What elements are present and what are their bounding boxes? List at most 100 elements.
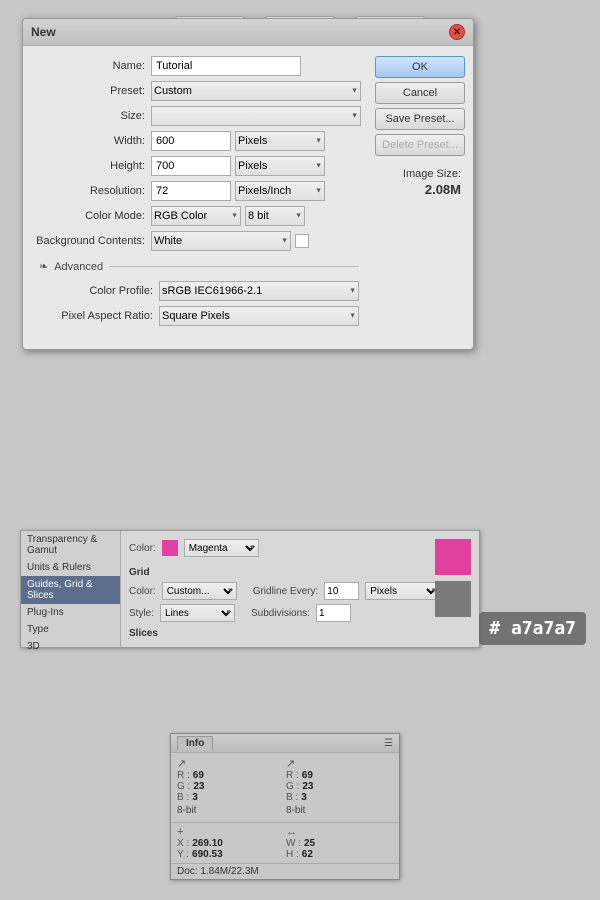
preset-select[interactable]: Custom: [151, 81, 361, 101]
info-col-2: ↗ R : 69 G : 23 B : 3 8-bit: [286, 757, 393, 818]
pixel-aspect-select[interactable]: Square Pixels: [159, 306, 359, 326]
prefs-sidebar: Transparency & Gamut Units & Rulers Guid…: [21, 531, 121, 647]
sidebar-item-transparency[interactable]: Transparency & Gamut: [21, 531, 120, 559]
color-mode-select[interactable]: RGB Color: [151, 206, 241, 226]
g-val-2: 23: [302, 781, 313, 792]
height-input[interactable]: [151, 156, 231, 176]
w-label: W :: [286, 838, 301, 849]
style-select[interactable]: Lines: [160, 604, 235, 622]
grid-color-select[interactable]: Custom...: [162, 582, 237, 600]
bg-row: Background Contents: White: [31, 231, 367, 251]
color-profile-select[interactable]: sRGB IEC61966-2.1: [159, 281, 359, 301]
width-label: Width:: [31, 135, 151, 147]
color-mode-wrapper: RGB Color: [151, 206, 241, 226]
dialog-titlebar: New ✕: [23, 19, 473, 46]
b-label-1: B :: [177, 792, 189, 803]
resize-icon: ↔: [286, 826, 297, 838]
gray-swatch: [435, 581, 471, 617]
delete-preset-button[interactable]: Delete Preset...: [375, 134, 465, 156]
grid-style-row: Style: Lines Subdivisions:: [129, 604, 471, 622]
dialog-body: Name: Preset: Custom Size:: [23, 46, 473, 349]
bg-label: Background Contents:: [31, 235, 151, 247]
pixel-aspect-wrapper: Square Pixels: [159, 306, 359, 326]
bg-select[interactable]: White: [151, 231, 291, 251]
g-val-1: 23: [193, 781, 204, 792]
gridline-unit-select[interactable]: Pixels: [365, 582, 440, 600]
sidebar-item-guides[interactable]: Guides, Grid & Slices: [21, 576, 120, 604]
subdivisions-label: Subdivisions:: [251, 608, 310, 619]
b-label-2: B :: [286, 792, 298, 803]
save-preset-button[interactable]: Save Preset...: [375, 108, 465, 130]
info-col2-g: G : 23: [286, 781, 393, 792]
y-label: Y :: [177, 849, 189, 860]
subdivisions-input[interactable]: [316, 604, 351, 622]
width-unit-wrapper: Pixels: [235, 131, 325, 151]
resolution-unit-select[interactable]: Pixels/Inch: [235, 181, 325, 201]
info-col2-b: B : 3: [286, 792, 393, 803]
pixel-aspect-label: Pixel Aspect Ratio:: [39, 310, 159, 322]
cancel-button[interactable]: Cancel: [375, 82, 465, 104]
ok-button[interactable]: OK: [375, 56, 465, 78]
info-w-row: W : 25: [286, 838, 393, 849]
color-profile-wrapper: sRGB IEC61966-2.1: [159, 281, 359, 301]
res-unit-wrapper: Pixels/Inch: [235, 181, 325, 201]
bit-label-2: 8-bit: [286, 805, 393, 816]
bit-depth-select[interactable]: 8 bit: [245, 206, 305, 226]
resolution-input[interactable]: [151, 181, 231, 201]
image-size-label: Image Size:: [375, 168, 461, 180]
gridline-input[interactable]: [324, 582, 359, 600]
bg-checkbox[interactable]: [295, 234, 309, 248]
crosshair-icon: +: [177, 826, 183, 838]
size-wrapper: [151, 106, 361, 126]
resolution-row: Resolution: Pixels/Inch: [31, 181, 367, 201]
name-input[interactable]: [151, 56, 301, 76]
info-x-row: X : 269.10: [177, 838, 284, 849]
new-document-dialog: New ✕ Name: Preset: Custom Size:: [22, 18, 474, 350]
style-wrapper: Lines: [160, 604, 235, 622]
color-val-wrapper: Magenta: [184, 539, 259, 557]
advanced-section: ❧ Advanced Color Profile: sRGB IEC61966-…: [31, 256, 367, 339]
sidebar-item-plugins[interactable]: Plug-Ins: [21, 604, 120, 621]
info-panel: Info ☰ ↗ R : 69 G : 23 B : 3 8-bit: [170, 733, 400, 880]
info-menu-icon[interactable]: ☰: [384, 738, 393, 749]
info-pos-icon: +: [177, 826, 284, 838]
r-label-1: R :: [177, 770, 190, 781]
eyedropper-icon-2: ↗: [286, 757, 295, 770]
dialog-actions: OK Cancel Save Preset... Delete Preset..…: [367, 56, 465, 339]
info-col1-b: B : 3: [177, 792, 284, 803]
width-unit-select[interactable]: Pixels: [235, 131, 325, 151]
info-col-1: ↗ R : 69 G : 23 B : 3 8-bit: [177, 757, 284, 818]
info-y-row: Y : 690.53: [177, 849, 284, 860]
width-input[interactable]: [151, 131, 231, 151]
preset-label: Preset:: [31, 85, 151, 97]
r-label-2: R :: [286, 770, 299, 781]
b-val-2: 3: [301, 792, 307, 803]
gridline-unit-wrapper: Pixels: [365, 582, 440, 600]
sidebar-item-type[interactable]: Type: [21, 621, 120, 638]
bg-wrapper: White: [151, 231, 291, 251]
size-select[interactable]: [151, 106, 361, 126]
color-row: Color: Magenta: [129, 539, 471, 557]
g-label-1: G :: [177, 781, 190, 792]
doc-size: Doc: 1.84M/22.3M: [171, 863, 399, 879]
resolution-label: Resolution:: [31, 185, 151, 197]
color-mode-row: Color Mode: RGB Color 8 bit: [31, 206, 367, 226]
b-val-1: 3: [192, 792, 198, 803]
color-mode-label: Color Mode:: [31, 210, 151, 222]
close-button[interactable]: ✕: [449, 24, 465, 40]
color-label: Color:: [129, 543, 156, 554]
image-size-area: Image Size: 2.08M: [375, 168, 465, 197]
info-pos: + X : 269.10 Y : 690.53: [177, 826, 284, 860]
sidebar-item-units[interactable]: Units & Rulers: [21, 559, 120, 576]
color-select[interactable]: Magenta: [184, 539, 259, 557]
info-col1-icon-row: ↗: [177, 757, 284, 770]
info-tab[interactable]: Info: [177, 736, 213, 750]
preset-wrapper: Custom: [151, 81, 361, 101]
height-unit-select[interactable]: Pixels: [235, 156, 325, 176]
color-profile-label: Color Profile:: [39, 285, 159, 297]
sidebar-item-3d[interactable]: 3D: [21, 638, 120, 655]
advanced-toggle[interactable]: ❧ Advanced: [39, 260, 359, 273]
bit-depth-wrapper: 8 bit: [245, 206, 305, 226]
info-titlebar: Info ☰: [171, 734, 399, 753]
info-h-row: H : 62: [286, 849, 393, 860]
